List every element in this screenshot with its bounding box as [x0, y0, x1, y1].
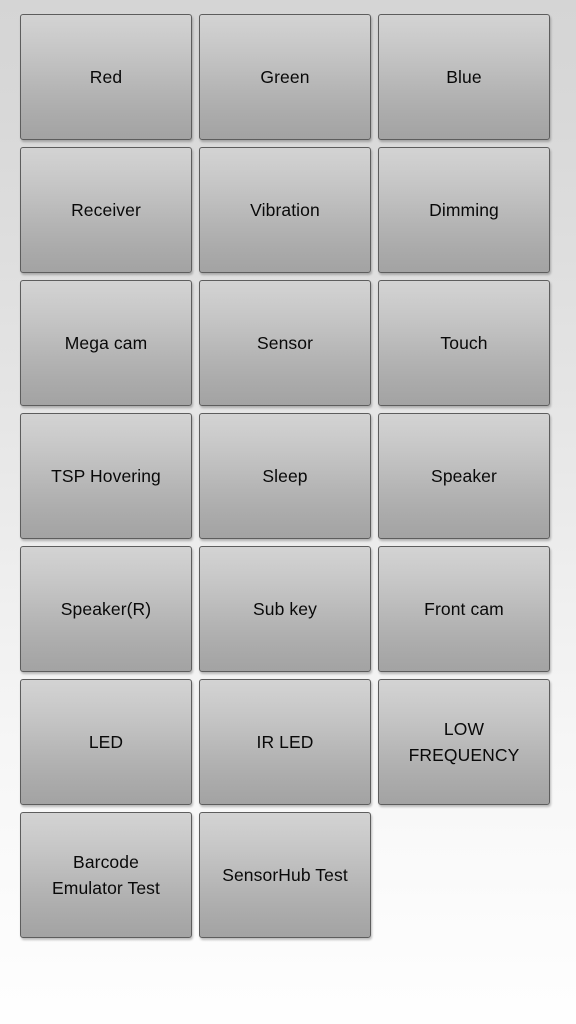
button-led[interactable]: LED [20, 679, 192, 805]
button-label: Speaker(R) [60, 599, 152, 619]
button-label: Sleep [262, 466, 308, 486]
button-dimming[interactable]: Dimming [378, 147, 550, 273]
button-label: Mega cam [64, 333, 148, 353]
button-label: LOW FREQUENCY [408, 719, 520, 765]
button-receiver[interactable]: Receiver [20, 147, 192, 273]
button-sensorhub-test[interactable]: SensorHub Test [199, 812, 371, 938]
button-grid: Red Green Blue Receiver Vibration Dimming Mega… [0, 0, 576, 1024]
button-label: Barcode Emulator Test [52, 852, 160, 898]
button-green[interactable]: Green [199, 14, 371, 140]
button-touch[interactable]: Touch [378, 280, 550, 406]
button-red[interactable]: Red [20, 14, 192, 140]
button-label: Blue [446, 67, 482, 87]
button-sleep[interactable]: Sleep [199, 413, 371, 539]
button-vibration[interactable]: Vibration [199, 147, 371, 273]
button-label: Sub key [253, 599, 317, 619]
button-label: TSP Hovering [51, 466, 161, 486]
button-label: Touch [440, 333, 488, 353]
button-speaker-r[interactable]: Speaker(R) [20, 546, 192, 672]
button-speaker[interactable]: Speaker [378, 413, 550, 539]
button-label: SensorHub Test [222, 865, 348, 885]
button-sensor[interactable]: Sensor [199, 280, 371, 406]
button-sub-key[interactable]: Sub key [199, 546, 371, 672]
button-label: Vibration [250, 200, 320, 220]
button-label: Sensor [256, 333, 314, 353]
button-label: Dimming [429, 200, 499, 220]
button-barcode-emulator-test[interactable]: Barcode Emulator Test [20, 812, 192, 938]
button-label: Green [260, 67, 310, 87]
button-label: Red [89, 67, 123, 87]
button-low-frequency[interactable]: LOW FREQUENCY [378, 679, 550, 805]
button-front-cam[interactable]: Front cam [378, 546, 550, 672]
button-ir-led[interactable]: IR LED [199, 679, 371, 805]
button-label: Speaker [431, 466, 497, 486]
button-blue[interactable]: Blue [378, 14, 550, 140]
button-label: Receiver [71, 200, 141, 220]
button-mega-cam[interactable]: Mega cam [20, 280, 192, 406]
button-tsp-hovering[interactable]: TSP Hovering [20, 413, 192, 539]
button-label: Front cam [424, 599, 504, 619]
button-label: IR LED [256, 732, 314, 752]
button-label: LED [88, 732, 124, 752]
